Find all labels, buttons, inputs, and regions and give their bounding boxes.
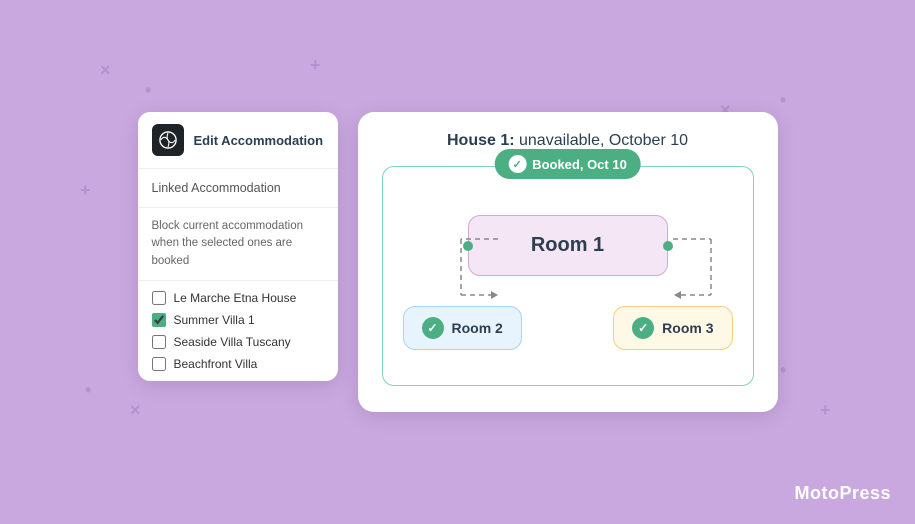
decor-dot1: • bbox=[145, 80, 151, 101]
checkbox-seaside-villa[interactable] bbox=[152, 335, 166, 349]
booked-badge: ✓ Booked, Oct 10 bbox=[494, 149, 641, 179]
linked-accommodation-section: Linked Accommodation bbox=[138, 169, 338, 208]
checkbox-item-1[interactable]: Le Marche Etna House bbox=[152, 291, 324, 305]
decor-dot4: • bbox=[780, 360, 786, 381]
bottom-rooms: ✓ Room 2 ✓ Room 3 bbox=[403, 306, 733, 350]
checkbox-label-4: Beachfront Villa bbox=[174, 357, 258, 371]
checkbox-label-1: Le Marche Etna House bbox=[174, 291, 297, 305]
motopress-text: MotoPress bbox=[794, 483, 891, 503]
decor-plus3: + bbox=[80, 180, 91, 201]
room3-box: ✓ Room 3 bbox=[613, 306, 732, 350]
linked-accommodation-label: Linked Accommodation bbox=[152, 181, 281, 195]
checkbox-le-marche[interactable] bbox=[152, 291, 166, 305]
checkbox-label-3: Seaside Villa Tuscany bbox=[174, 335, 291, 349]
wordpress-icon bbox=[152, 124, 184, 156]
room2-label: Room 2 bbox=[452, 320, 503, 336]
room1-container: Room 1 bbox=[403, 215, 733, 276]
decor-x1: × bbox=[100, 60, 111, 81]
main-container: Edit Accommodation Linked Accommodation … bbox=[138, 112, 778, 412]
room3-label: Room 3 bbox=[662, 320, 713, 336]
room1-dot-right bbox=[663, 241, 673, 251]
checkbox-summer-villa[interactable] bbox=[152, 313, 166, 327]
house-title-rest: unavailable, October 10 bbox=[515, 132, 688, 149]
room1-label: Room 1 bbox=[531, 234, 604, 256]
left-panel: Edit Accommodation Linked Accommodation … bbox=[138, 112, 338, 381]
room3-check-icon: ✓ bbox=[632, 317, 654, 339]
edit-accommodation-title: Edit Accommodation bbox=[194, 133, 324, 148]
checkbox-beachfront[interactable] bbox=[152, 357, 166, 371]
checkbox-item-2[interactable]: Summer Villa 1 bbox=[152, 313, 324, 327]
room1-box: Room 1 bbox=[468, 215, 668, 276]
room2-check-icon: ✓ bbox=[422, 317, 444, 339]
diagram-area: ✓ Booked, Oct 10 Room 1 bbox=[382, 166, 754, 386]
block-description: Block current accommodation when the sel… bbox=[138, 208, 338, 281]
decor-dot2: • bbox=[780, 90, 786, 111]
checkbox-label-2: Summer Villa 1 bbox=[174, 313, 255, 327]
booked-check-icon: ✓ bbox=[508, 155, 526, 173]
house-title-bold: House 1: bbox=[447, 132, 515, 149]
panel-header: Edit Accommodation bbox=[138, 112, 338, 169]
room1-dot-left bbox=[463, 241, 473, 251]
room2-box: ✓ Room 2 bbox=[403, 306, 522, 350]
right-panel: House 1: unavailable, October 10 ✓ Booke… bbox=[358, 112, 778, 412]
motopress-brand: MotoPress bbox=[794, 483, 891, 504]
booked-badge-text: Booked, Oct 10 bbox=[532, 157, 627, 172]
accommodation-checkbox-list: Le Marche Etna House Summer Villa 1 Seas… bbox=[138, 281, 338, 381]
checkbox-item-3[interactable]: Seaside Villa Tuscany bbox=[152, 335, 324, 349]
diagram-wrapper: Room 1 bbox=[403, 187, 733, 350]
decor-plus2: + bbox=[820, 400, 831, 421]
house-title: House 1: unavailable, October 10 bbox=[382, 132, 754, 150]
decor-dot3: • bbox=[85, 380, 91, 401]
checkbox-item-4[interactable]: Beachfront Villa bbox=[152, 357, 324, 371]
decor-plus1: + bbox=[310, 55, 321, 76]
